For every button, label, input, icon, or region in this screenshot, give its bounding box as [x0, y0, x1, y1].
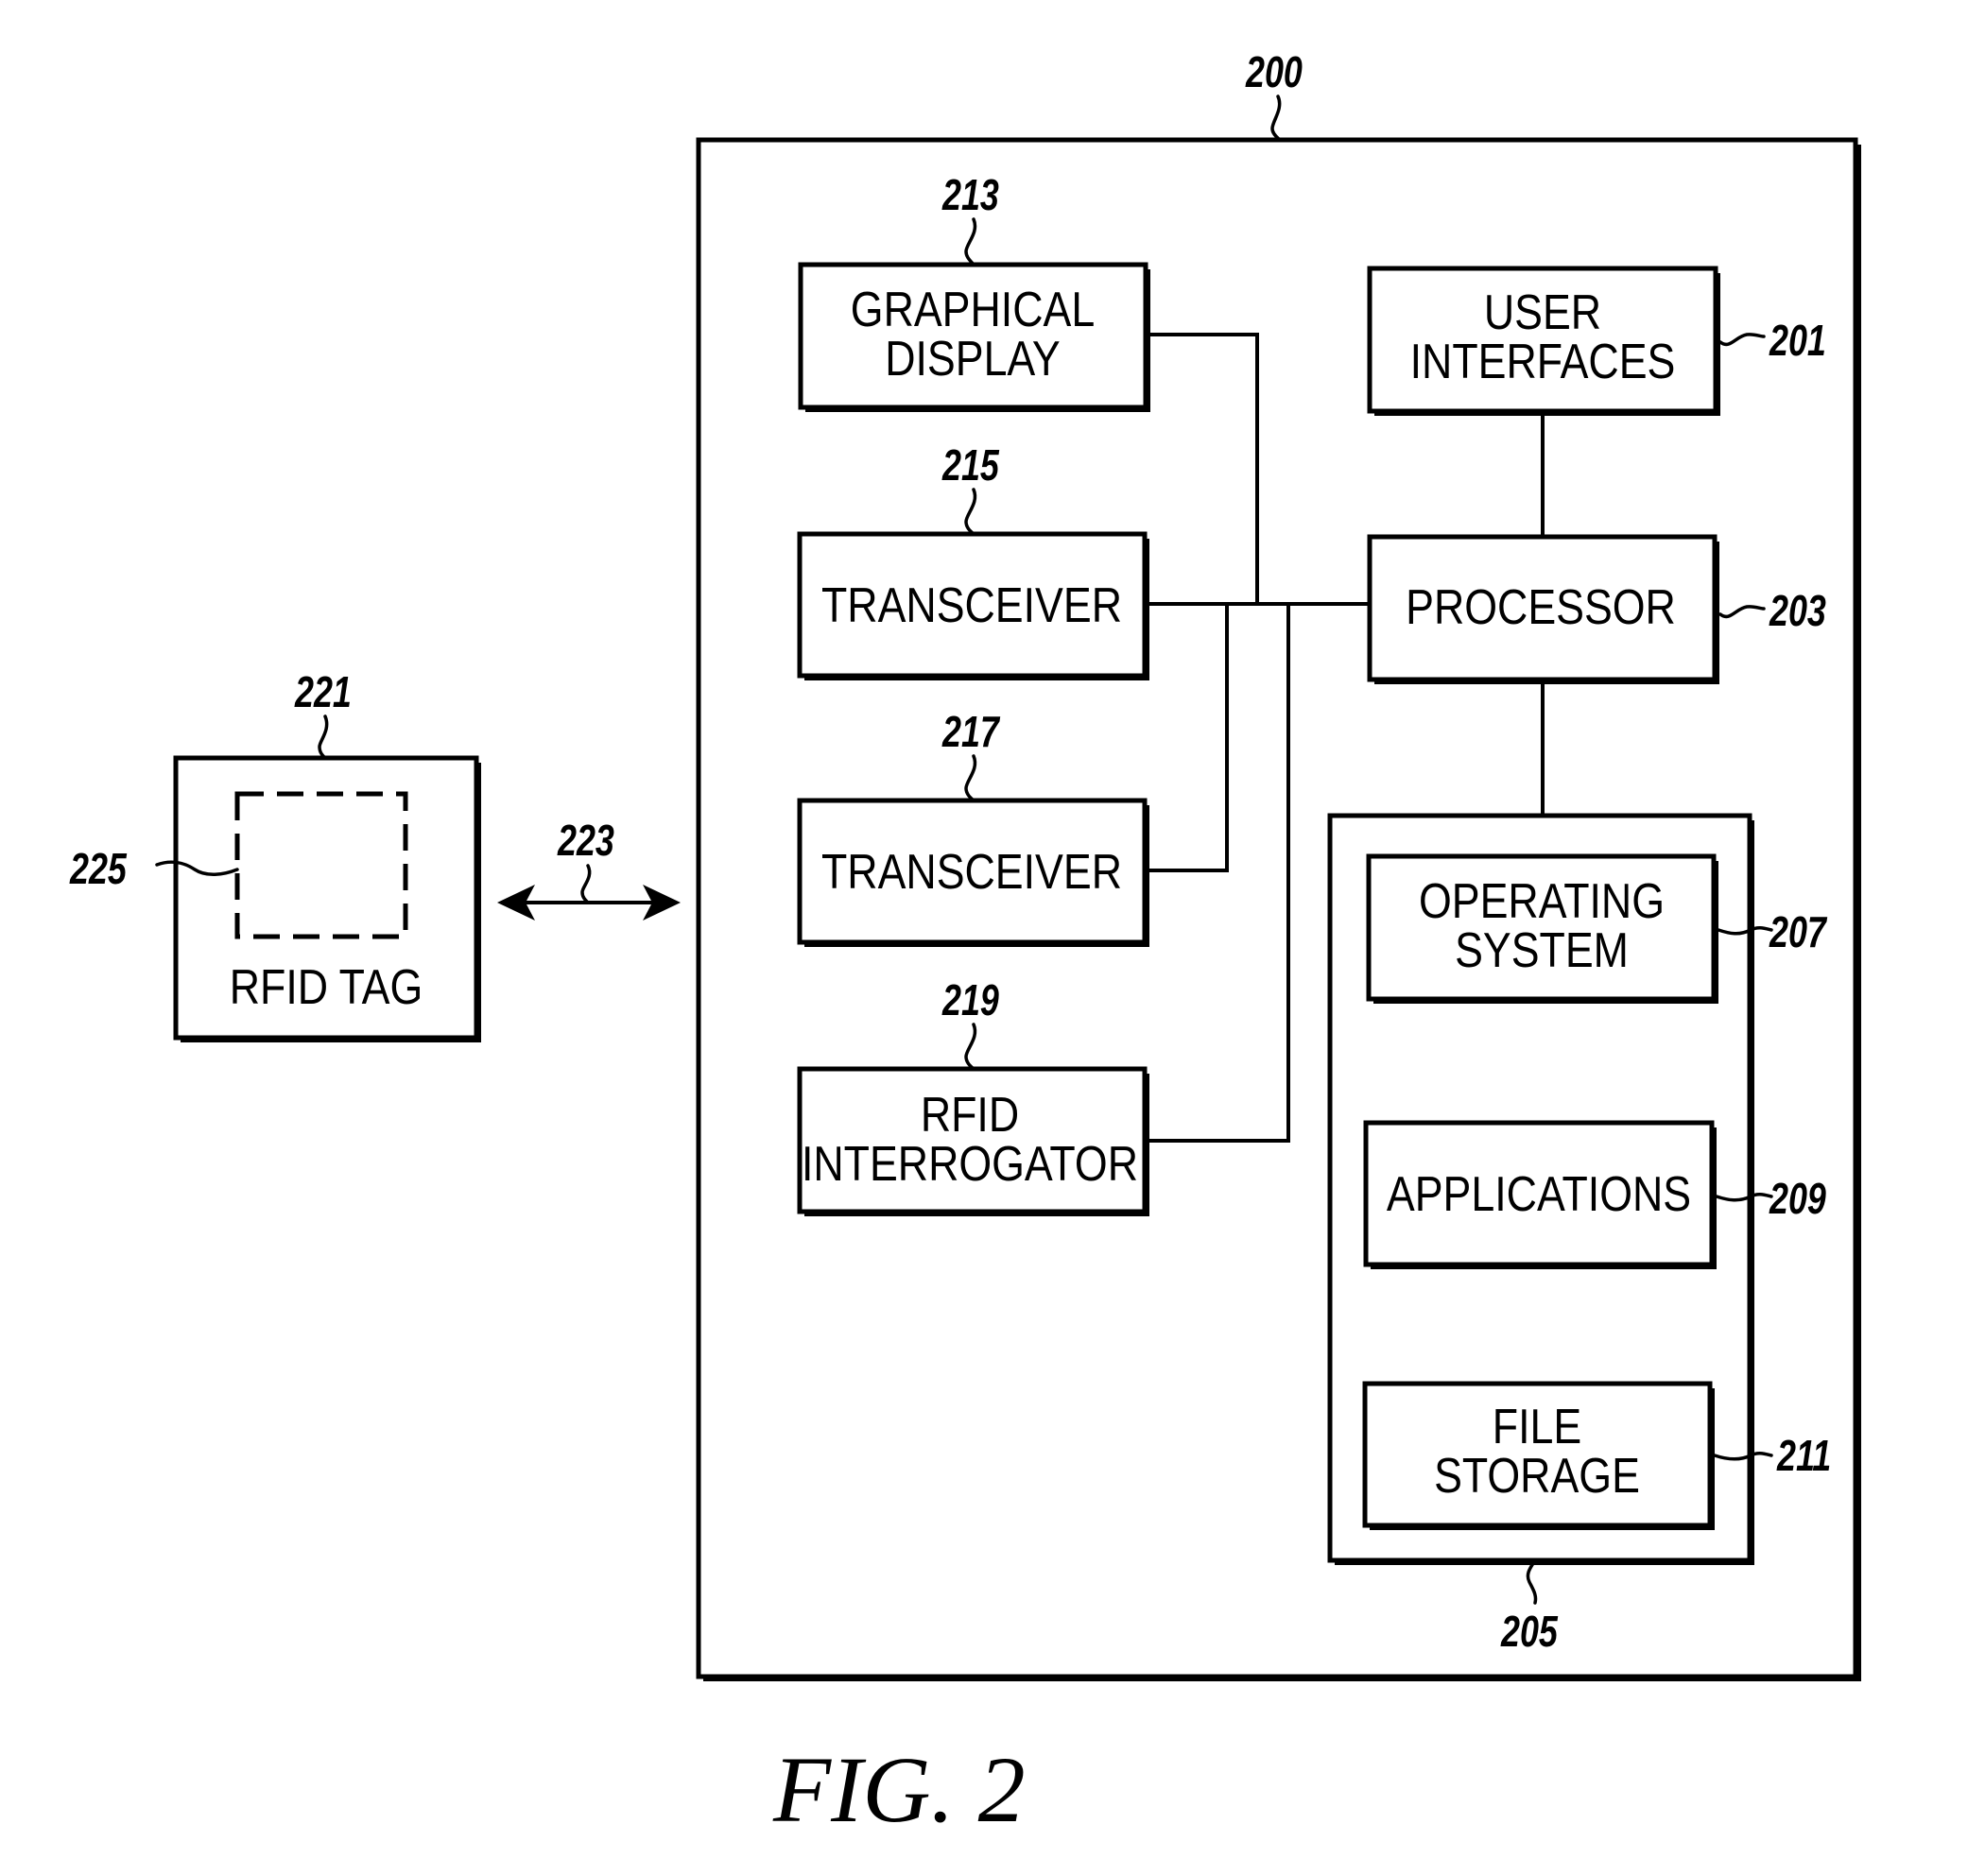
- block-transceiver-215: TRANSCEIVER: [797, 531, 1149, 680]
- figure-caption: FIG. 2: [772, 1737, 1026, 1842]
- ref-201: 201: [1769, 317, 1826, 365]
- block-rfid-interrogator: RFID INTERROGATOR: [797, 1066, 1149, 1216]
- fig2-diagram: 200 GRAPHICAL DISPLAY 213 TRANSCEIVER 21…: [69, 48, 1861, 1842]
- ref-211: 211: [1776, 1432, 1831, 1480]
- block-processor: PROCESSOR: [1367, 534, 1719, 684]
- block-transceiver-217: TRANSCEIVER: [797, 798, 1149, 947]
- ref-223: 223: [557, 817, 614, 865]
- ref-213: 213: [941, 171, 999, 219]
- leader-200: [1270, 95, 1282, 142]
- ref-200: 200: [1245, 48, 1303, 96]
- ref-215: 215: [941, 441, 1000, 490]
- ref-203: 203: [1769, 587, 1826, 635]
- rfid-interrogator-line-2: INTERROGATOR: [802, 1137, 1138, 1192]
- rfid-interrogator-line-1: RFID: [921, 1088, 1019, 1143]
- ref-217: 217: [941, 708, 1001, 756]
- operating-system-line-2: SYSTEM: [1455, 923, 1629, 978]
- processor-label: PROCESSOR: [1406, 580, 1676, 635]
- ref-205: 205: [1500, 1608, 1559, 1656]
- graphical-display-line-1: GRAPHICAL: [851, 283, 1095, 337]
- rfid-tag-label: RFID TAG: [230, 960, 423, 1015]
- transceiver-217-label: TRANSCEIVER: [821, 845, 1122, 900]
- user-interfaces-line-2: INTERFACES: [1410, 335, 1676, 389]
- graphical-display-line-2: DISPLAY: [885, 332, 1061, 387]
- ref-219: 219: [941, 976, 999, 1024]
- file-storage-line-1: FILE: [1493, 1400, 1581, 1454]
- transceiver-215-label: TRANSCEIVER: [821, 578, 1122, 633]
- applications-label: APPLICATIONS: [1387, 1167, 1691, 1222]
- block-operating-system: OPERATING SYSTEM: [1366, 853, 1718, 1004]
- user-interfaces-line-1: USER: [1484, 285, 1601, 340]
- rfid-tag-221: RFID TAG: [173, 755, 481, 1042]
- leader-221: [318, 714, 329, 760]
- ref-225: 225: [69, 845, 128, 893]
- block-applications: APPLICATIONS: [1363, 1120, 1717, 1269]
- operating-system-line-1: OPERATING: [1419, 874, 1665, 929]
- file-storage-line-2: STORAGE: [1434, 1449, 1640, 1504]
- block-graphical-display: GRAPHICAL DISPLAY: [798, 262, 1150, 412]
- block-user-interfaces: USER INTERFACES: [1367, 266, 1720, 416]
- ref-209: 209: [1769, 1175, 1826, 1223]
- leader-223: [580, 864, 592, 904]
- block-file-storage: FILE STORAGE: [1362, 1381, 1715, 1530]
- ref-207: 207: [1769, 908, 1828, 956]
- ref-221: 221: [294, 668, 352, 716]
